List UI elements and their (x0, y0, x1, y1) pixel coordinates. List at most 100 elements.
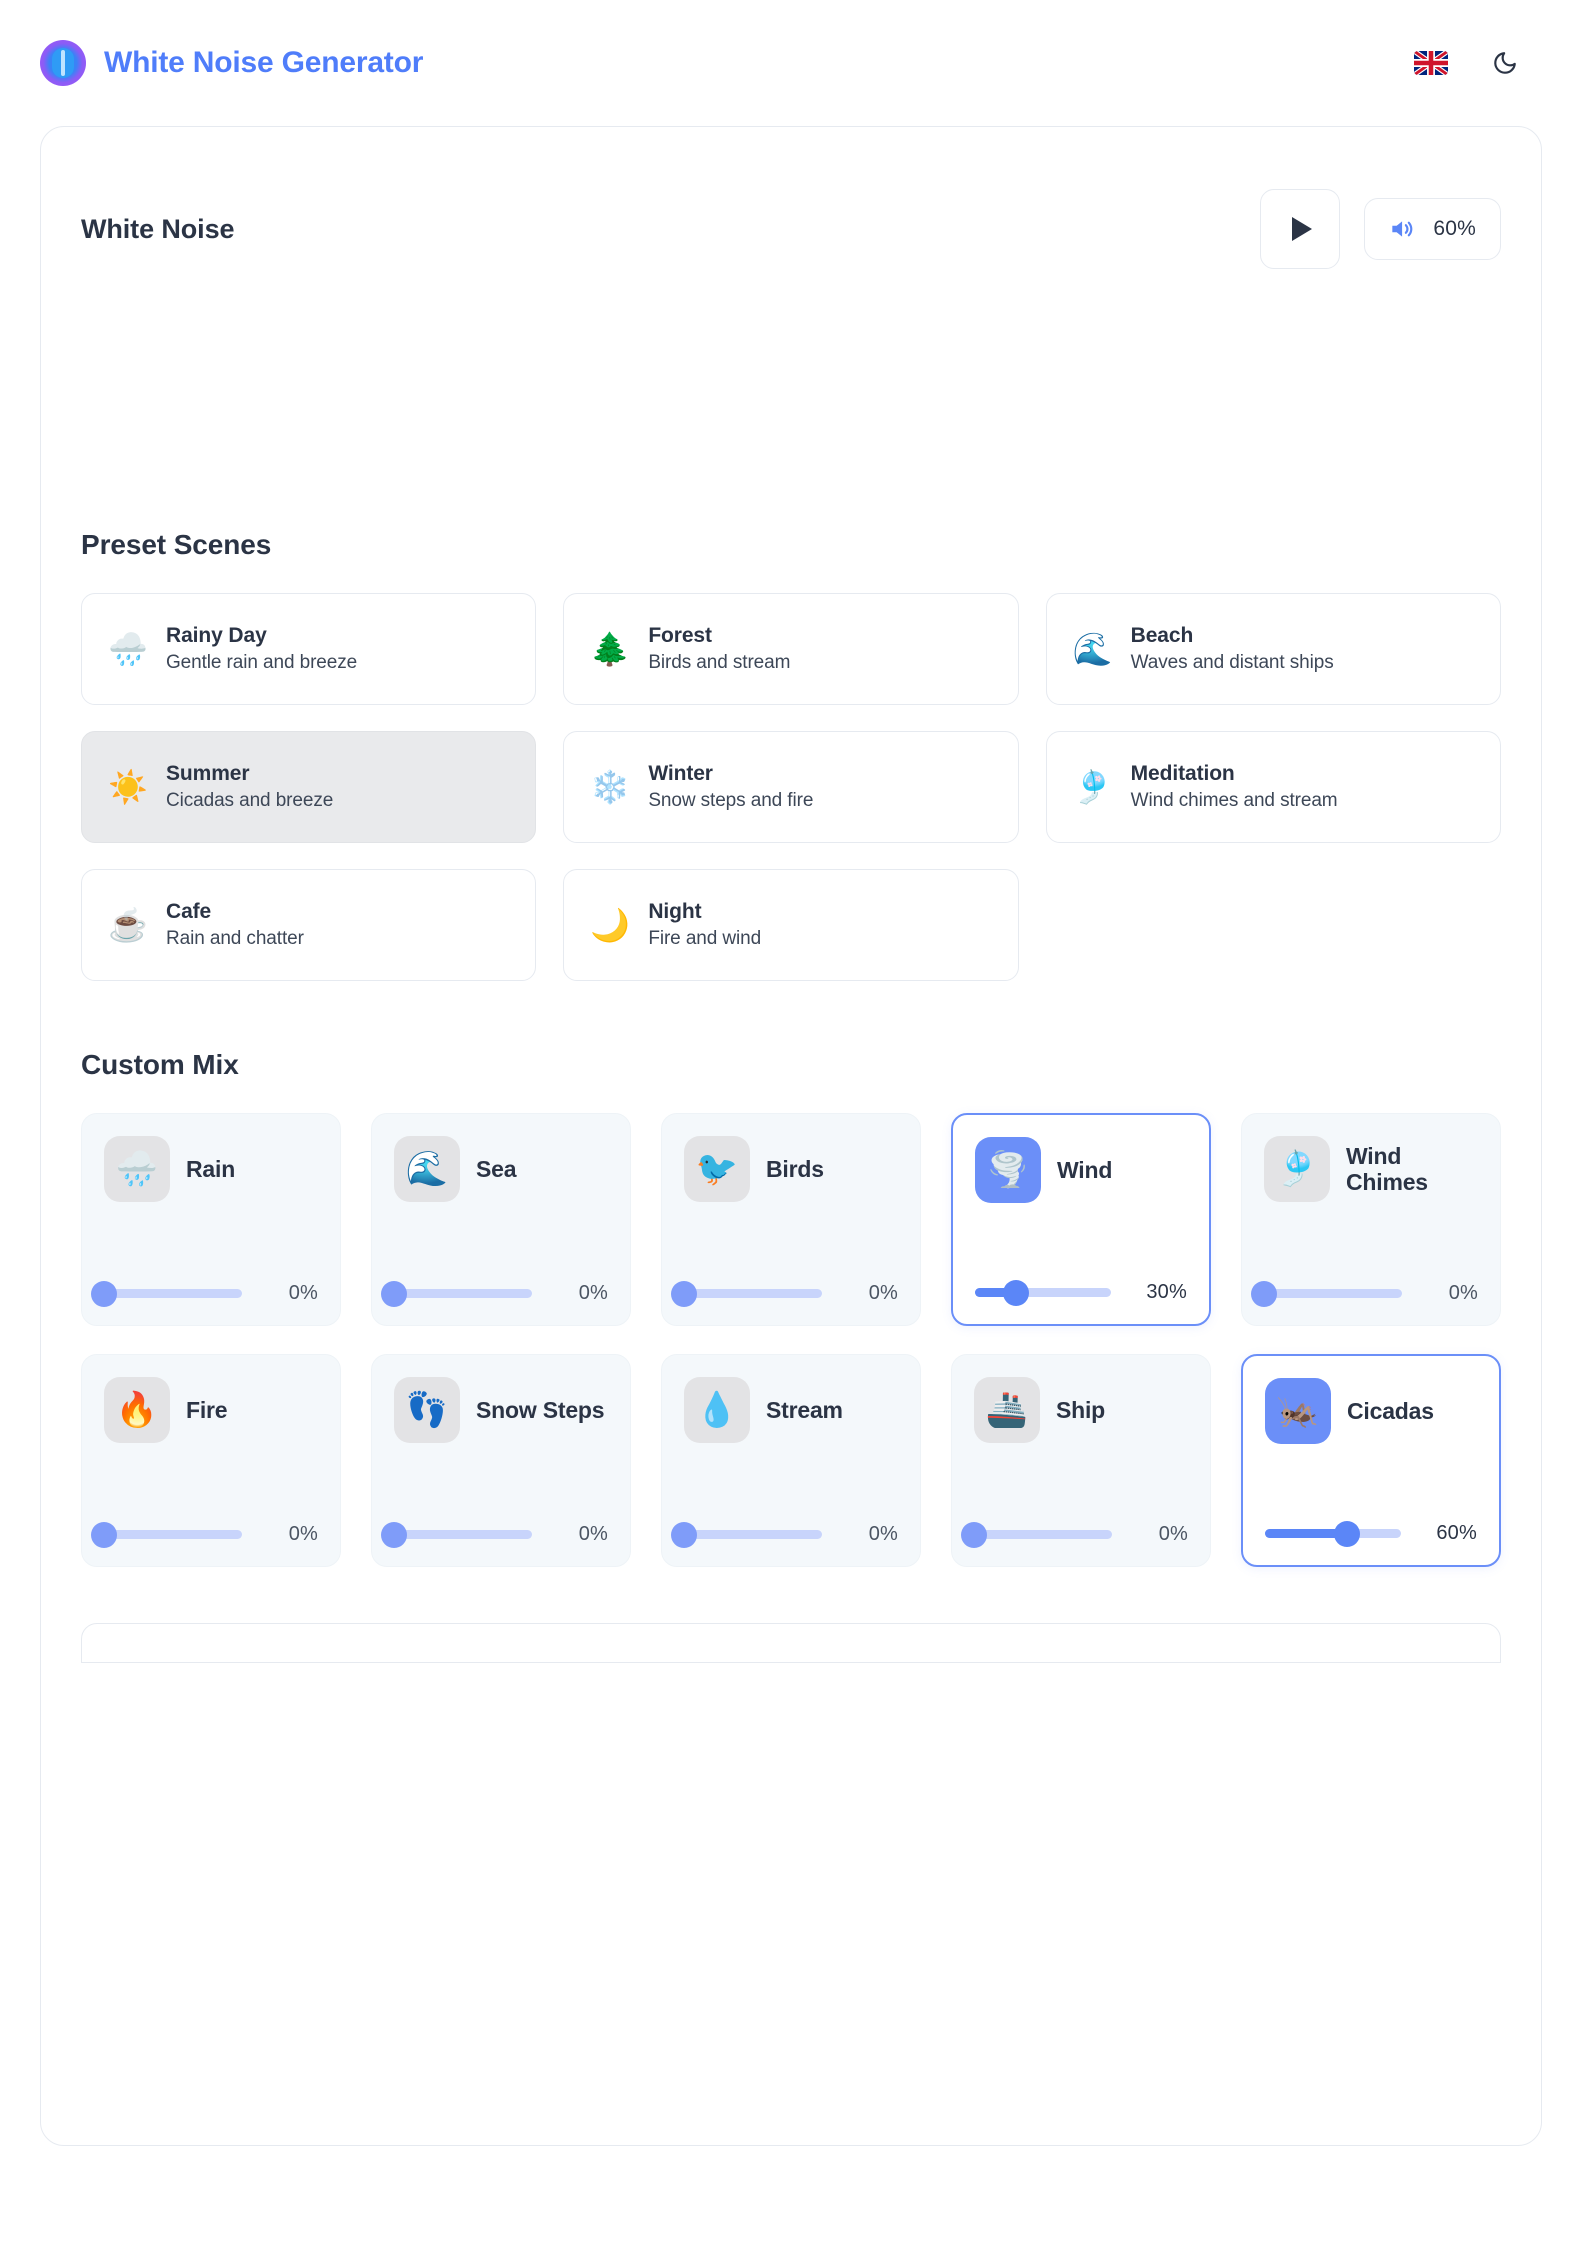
volume-slider[interactable] (1265, 1520, 1401, 1547)
brand: White Noise Generator (40, 40, 423, 86)
volume-slider[interactable] (671, 1521, 822, 1548)
preset-card-beach[interactable]: 🌊 Beach Waves and distant ships (1045, 593, 1501, 705)
slider-track (684, 1530, 822, 1539)
slider-thumb[interactable] (1251, 1280, 1277, 1307)
preset-card-forest[interactable]: 🌲 Forest Birds and stream (563, 593, 1019, 705)
tornado-icon: 🌪️ (975, 1137, 1041, 1203)
slider-track (394, 1289, 532, 1298)
audio-visualizer (81, 279, 1501, 529)
sound-tile-cicadas[interactable]: 🦗 Cicadas 60% (1241, 1354, 1501, 1567)
moon-icon[interactable] (1490, 48, 1520, 78)
volume-slider[interactable] (1251, 1280, 1402, 1307)
volume-slider[interactable] (91, 1521, 242, 1548)
preset-scenes-heading: Preset Scenes (81, 529, 272, 560)
slider-thumb[interactable] (671, 1521, 697, 1548)
wind-chime-icon: 🎐 (1072, 769, 1113, 805)
sound-value: 0% (868, 1282, 898, 1304)
volume-slider[interactable] (975, 1279, 1111, 1306)
main-card: White Noise 60% Preset Scenes 🌧️ Rainy D… (40, 126, 1542, 2146)
slider-thumb[interactable] (91, 1521, 117, 1548)
header-actions (1414, 48, 1520, 78)
page-body: White Noise 60% Preset Scenes 🌧️ Rainy D… (0, 126, 1582, 2146)
sound-label: Stream (766, 1396, 843, 1423)
slider-thumb[interactable] (91, 1280, 117, 1307)
app-title: White Noise Generator (104, 46, 424, 79)
slider-track (394, 1530, 532, 1539)
sun-icon: ☀️ (108, 769, 148, 805)
volume-slider[interactable] (381, 1521, 532, 1548)
preset-card-rainy-day[interactable]: 🌧️ Rainy Day Gentle rain and breeze (81, 593, 537, 705)
volume-slider[interactable] (671, 1280, 822, 1307)
ocean-wave-icon: 🌊 (1072, 631, 1113, 667)
sound-label: Ship (1056, 1396, 1106, 1423)
sound-label: Rain (186, 1155, 236, 1182)
rain-cloud-icon: 🌧️ (104, 1136, 170, 1202)
volume-icon (1387, 216, 1415, 242)
preset-desc: Cicadas and breeze (166, 790, 334, 811)
preset-name: Rainy Day (166, 624, 267, 647)
player-title: White Noise (81, 213, 235, 244)
volume-slider[interactable] (381, 1280, 532, 1307)
play-button[interactable] (1260, 189, 1341, 269)
slider-track (684, 1289, 822, 1298)
play-icon (1292, 217, 1313, 241)
sound-tile-wind[interactable]: 🌪️ Wind 30% (951, 1113, 1211, 1326)
preset-desc: Gentle rain and breeze (166, 652, 358, 673)
player-bar: White Noise 60% (81, 179, 1501, 279)
sound-tile-fire[interactable]: 🔥 Fire 0% (81, 1354, 341, 1567)
sound-label: Sea (476, 1155, 517, 1182)
sound-value: 0% (288, 1282, 318, 1304)
sound-value: 0% (578, 1523, 608, 1545)
preset-card-night[interactable]: 🌙 Night Fire and wind (563, 869, 1019, 981)
slider-thumb[interactable] (381, 1280, 407, 1307)
slider-thumb[interactable] (1333, 1520, 1360, 1547)
evergreen-tree-icon: 🌲 (590, 631, 631, 667)
rain-cloud-icon: 🌧️ (108, 631, 148, 667)
preset-card-cafe[interactable]: ☕ Cafe Rain and chatter (81, 869, 537, 981)
preset-name: Cafe (166, 900, 212, 923)
preset-name: Winter (648, 762, 713, 785)
slider-track (1264, 1289, 1402, 1298)
sound-label: Cicadas (1347, 1397, 1434, 1424)
snowflake-icon: ❄️ (590, 769, 631, 805)
ship-icon: 🚢 (974, 1377, 1040, 1443)
sound-label: Wind Chimes (1346, 1142, 1428, 1195)
sound-value: 0% (578, 1282, 608, 1304)
slider-thumb[interactable] (1002, 1279, 1029, 1306)
sound-value: 0% (1158, 1523, 1188, 1545)
slider-thumb[interactable] (961, 1521, 987, 1548)
sound-label: Birds (766, 1155, 824, 1182)
bird-icon: 🐦 (684, 1136, 750, 1202)
sound-tile-snow-steps[interactable]: 👣 Snow Steps 0% (371, 1354, 631, 1567)
sound-tile-ship[interactable]: 🚢 Ship 0% (951, 1354, 1211, 1567)
preset-card-summer[interactable]: ☀️ Summer Cicadas and breeze (81, 731, 537, 843)
volume-value: 60% (1433, 217, 1476, 240)
sound-tile-sea[interactable]: 🌊 Sea 0% (371, 1113, 631, 1326)
sound-label: Snow Steps (476, 1396, 605, 1423)
cricket-icon: 🦗 (1265, 1378, 1331, 1444)
sound-tile-stream[interactable]: 💧 Stream 0% (661, 1354, 921, 1567)
sound-tile-wind-chimes[interactable]: 🎐 Wind Chimes 0% (1241, 1113, 1501, 1326)
sound-tile-rain[interactable]: 🌧️ Rain 0% (81, 1113, 341, 1326)
preset-desc: Rain and chatter (166, 928, 304, 949)
preset-desc: Waves and distant ships (1130, 652, 1334, 673)
volume-control[interactable]: 60% (1364, 198, 1501, 260)
sound-value: 60% (1436, 1522, 1477, 1544)
volume-slider[interactable] (961, 1521, 1112, 1548)
slider-thumb[interactable] (671, 1280, 697, 1307)
preset-card-meditation[interactable]: 🎐 Meditation Wind chimes and stream (1045, 731, 1501, 843)
preset-desc: Fire and wind (648, 928, 762, 949)
uk-flag-icon[interactable] (1414, 51, 1448, 75)
coffee-cup-icon: ☕ (108, 907, 148, 943)
sound-value: 30% (1146, 1281, 1187, 1303)
slider-thumb[interactable] (381, 1521, 407, 1548)
wind-chime-icon: 🎐 (1264, 1136, 1330, 1202)
preset-name: Night (648, 900, 702, 923)
custom-mix-heading: Custom Mix (81, 1049, 239, 1080)
preset-card-winter[interactable]: ❄️ Winter Snow steps and fire (563, 731, 1019, 843)
preset-desc: Wind chimes and stream (1130, 790, 1338, 811)
preset-name: Beach (1130, 624, 1194, 647)
sound-wave-logo-icon (40, 40, 86, 86)
sound-tile-birds[interactable]: 🐦 Birds 0% (661, 1113, 921, 1326)
volume-slider[interactable] (91, 1280, 242, 1307)
